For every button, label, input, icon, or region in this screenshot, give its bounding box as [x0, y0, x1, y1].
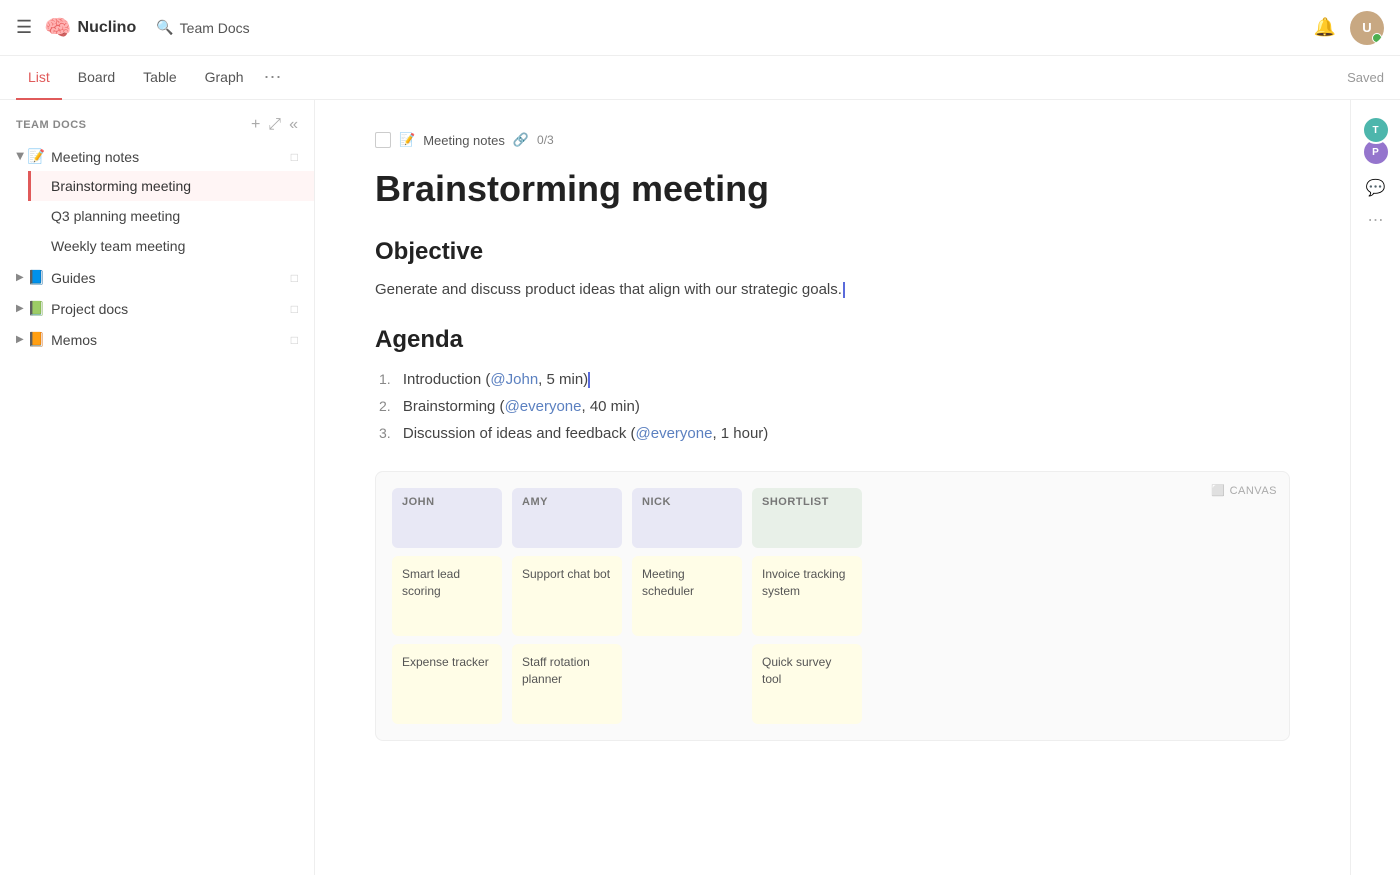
agenda-item-1: Introduction (@John, 5 min) [375, 366, 1290, 393]
section-icon-meeting-notes: 📝 [28, 148, 45, 165]
canvas-label: ⬜ CANVAS [1211, 484, 1277, 497]
section-icon-memos: 📙 [28, 331, 45, 348]
canvas-block: ⬜ CANVAS JOHN AMY NICK SHORTLIST Smart l… [375, 471, 1290, 741]
sidebar-collapse-icon[interactable]: « [289, 116, 298, 134]
section-label-memos: Memos [51, 332, 97, 348]
section-label-guides: Guides [51, 270, 95, 286]
agenda-list: Introduction (@John, 5 min) Brainstormin… [375, 366, 1290, 447]
tabs-more-icon[interactable]: ⋯ [264, 67, 282, 88]
kanban-col-john: JOHN [392, 488, 502, 548]
mention-john[interactable]: @John [490, 371, 538, 388]
mention-everyone-1[interactable]: @everyone [505, 398, 582, 415]
kanban-card-quick-survey[interactable]: Quick survey tool [752, 644, 862, 724]
sidebar-section-meeting-notes: ▶ 📝 Meeting notes □ Brainstorming meetin… [0, 142, 314, 261]
sidebar-item-brainstorming[interactable]: Brainstorming meeting [28, 171, 314, 201]
kanban-col-shortlist: SHORTLIST [752, 488, 862, 548]
breadcrumb-link[interactable]: Meeting notes [423, 133, 505, 148]
kanban-row-2: Expense tracker Staff rotation planner Q… [392, 644, 1273, 724]
doc-title[interactable]: Brainstorming meeting [375, 168, 1290, 210]
breadcrumb: 📝 Meeting notes 🔗 0/3 [375, 132, 1290, 148]
topbar-right: 🔔 U [1314, 11, 1384, 45]
topbar: ☰ 🧠 Nuclino 🔍 Team Docs 🔔 U [0, 0, 1400, 56]
mention-everyone-2[interactable]: @everyone [636, 425, 713, 442]
search-icon: 🔍 [156, 19, 173, 36]
collab-avatar-teal: T [1362, 116, 1390, 144]
section-icon-project-docs: 📗 [28, 300, 45, 317]
breadcrumb-separator: 🔗 [513, 132, 529, 148]
logo-wrap: 🧠 Nuclino [44, 15, 136, 41]
sidebar-header: TEAM DOCS + ⤢ « [0, 112, 314, 142]
kanban-col-nick: NICK [632, 488, 742, 548]
kanban-card-support-chat[interactable]: Support chat bot [512, 556, 622, 636]
notification-bell-icon[interactable]: 🔔 [1314, 17, 1336, 38]
text-cursor [843, 282, 845, 298]
kanban-col-amy: AMY [512, 488, 622, 548]
chat-icon[interactable]: 💬 [1366, 178, 1386, 198]
kanban-card-smart-lead[interactable]: Smart lead scoring [392, 556, 502, 636]
sidebar-section-guides: ▶ 📘 Guides □ [0, 263, 314, 292]
sidebar: TEAM DOCS + ⤢ « ▶ 📝 Meeting notes □ Brai… [0, 100, 315, 875]
sidebar-item-q3-planning[interactable]: Q3 planning meeting [28, 201, 314, 231]
sidebar-section-header-guides[interactable]: ▶ 📘 Guides □ [0, 263, 314, 292]
kanban-row-1: Smart lead scoring Support chat bot Meet… [392, 556, 1273, 636]
agenda-heading: Agenda [375, 326, 1290, 354]
canvas-icon: ⬜ [1211, 484, 1225, 497]
tab-list[interactable]: List [16, 56, 62, 100]
kanban-card-empty-nick [632, 644, 742, 724]
tab-graph[interactable]: Graph [193, 56, 256, 100]
sidebar-section-header-project-docs[interactable]: ▶ 📗 Project docs □ [0, 294, 314, 323]
search-wrap[interactable]: 🔍 Team Docs [156, 19, 249, 36]
content-area: 📝 Meeting notes 🔗 0/3 Brainstorming meet… [315, 100, 1350, 875]
kanban-headers: JOHN AMY NICK SHORTLIST [392, 488, 1273, 548]
right-panel: T P 💬 ⋯ [1350, 100, 1400, 875]
saved-status: Saved [1347, 70, 1384, 85]
section-checkbox-memos: □ [291, 333, 298, 347]
workspace-name: Team Docs [180, 20, 250, 36]
chevron-right-icon-2: ▶ [16, 303, 24, 314]
agenda-item-3: Discussion of ideas and feedback (@every… [375, 420, 1290, 447]
tab-board[interactable]: Board [66, 56, 127, 100]
section-label-meeting-notes: Meeting notes [51, 149, 139, 165]
sidebar-section-header-memos[interactable]: ▶ 📙 Memos □ [0, 325, 314, 354]
cursor-1 [588, 372, 590, 388]
sidebar-children-meeting-notes: Brainstorming meeting Q3 planning meetin… [0, 171, 314, 261]
sidebar-title: TEAM DOCS [16, 119, 251, 131]
sidebar-item-weekly-team[interactable]: Weekly team meeting [28, 231, 314, 261]
chevron-right-icon-3: ▶ [16, 334, 24, 345]
hamburger-icon[interactable]: ☰ [16, 17, 32, 38]
section-checkbox-project-docs: □ [291, 302, 298, 316]
tab-table[interactable]: Table [131, 56, 188, 100]
topbar-left: ☰ 🧠 Nuclino 🔍 Team Docs [16, 15, 250, 41]
sidebar-section-project-docs: ▶ 📗 Project docs □ [0, 294, 314, 323]
section-checkbox-guides: □ [291, 271, 298, 285]
sidebar-add-icon[interactable]: + [251, 116, 260, 134]
kanban-card-invoice[interactable]: Invoice tracking system [752, 556, 862, 636]
chevron-right-icon: ▶ [16, 272, 24, 283]
panel-more-icon[interactable]: ⋯ [1368, 210, 1384, 230]
section-label-project-docs: Project docs [51, 301, 128, 317]
kanban-card-expense[interactable]: Expense tracker [392, 644, 502, 724]
objective-text[interactable]: Generate and discuss product ideas that … [375, 278, 1290, 302]
avatar-initials: U [1362, 20, 1371, 35]
avatar[interactable]: U [1350, 11, 1384, 45]
logo-text: Nuclino [78, 19, 137, 37]
sidebar-actions: + ⤢ « [251, 116, 298, 134]
sidebar-section-header-meeting-notes[interactable]: ▶ 📝 Meeting notes □ [0, 142, 314, 171]
breadcrumb-icon: 📝 [399, 132, 415, 148]
objective-heading: Objective [375, 238, 1290, 266]
doc-progress: 0/3 [537, 133, 554, 147]
section-icon-guides: 📘 [28, 269, 45, 286]
logo-icon: 🧠 [44, 15, 71, 41]
sidebar-expand-icon[interactable]: ⤢ [268, 116, 281, 134]
sidebar-section-memos: ▶ 📙 Memos □ [0, 325, 314, 354]
kanban-card-staff-rotation[interactable]: Staff rotation planner [512, 644, 622, 724]
tabsbar: List Board Table Graph ⋯ Saved [0, 56, 1400, 100]
main-layout: TEAM DOCS + ⤢ « ▶ 📝 Meeting notes □ Brai… [0, 100, 1400, 875]
section-checkbox: □ [291, 150, 298, 164]
doc-checkbox[interactable] [375, 132, 391, 148]
agenda-item-2: Brainstorming (@everyone, 40 min) [375, 393, 1290, 420]
kanban-card-meeting-scheduler[interactable]: Meeting scheduler [632, 556, 742, 636]
chevron-down-icon: ▶ [14, 153, 25, 161]
